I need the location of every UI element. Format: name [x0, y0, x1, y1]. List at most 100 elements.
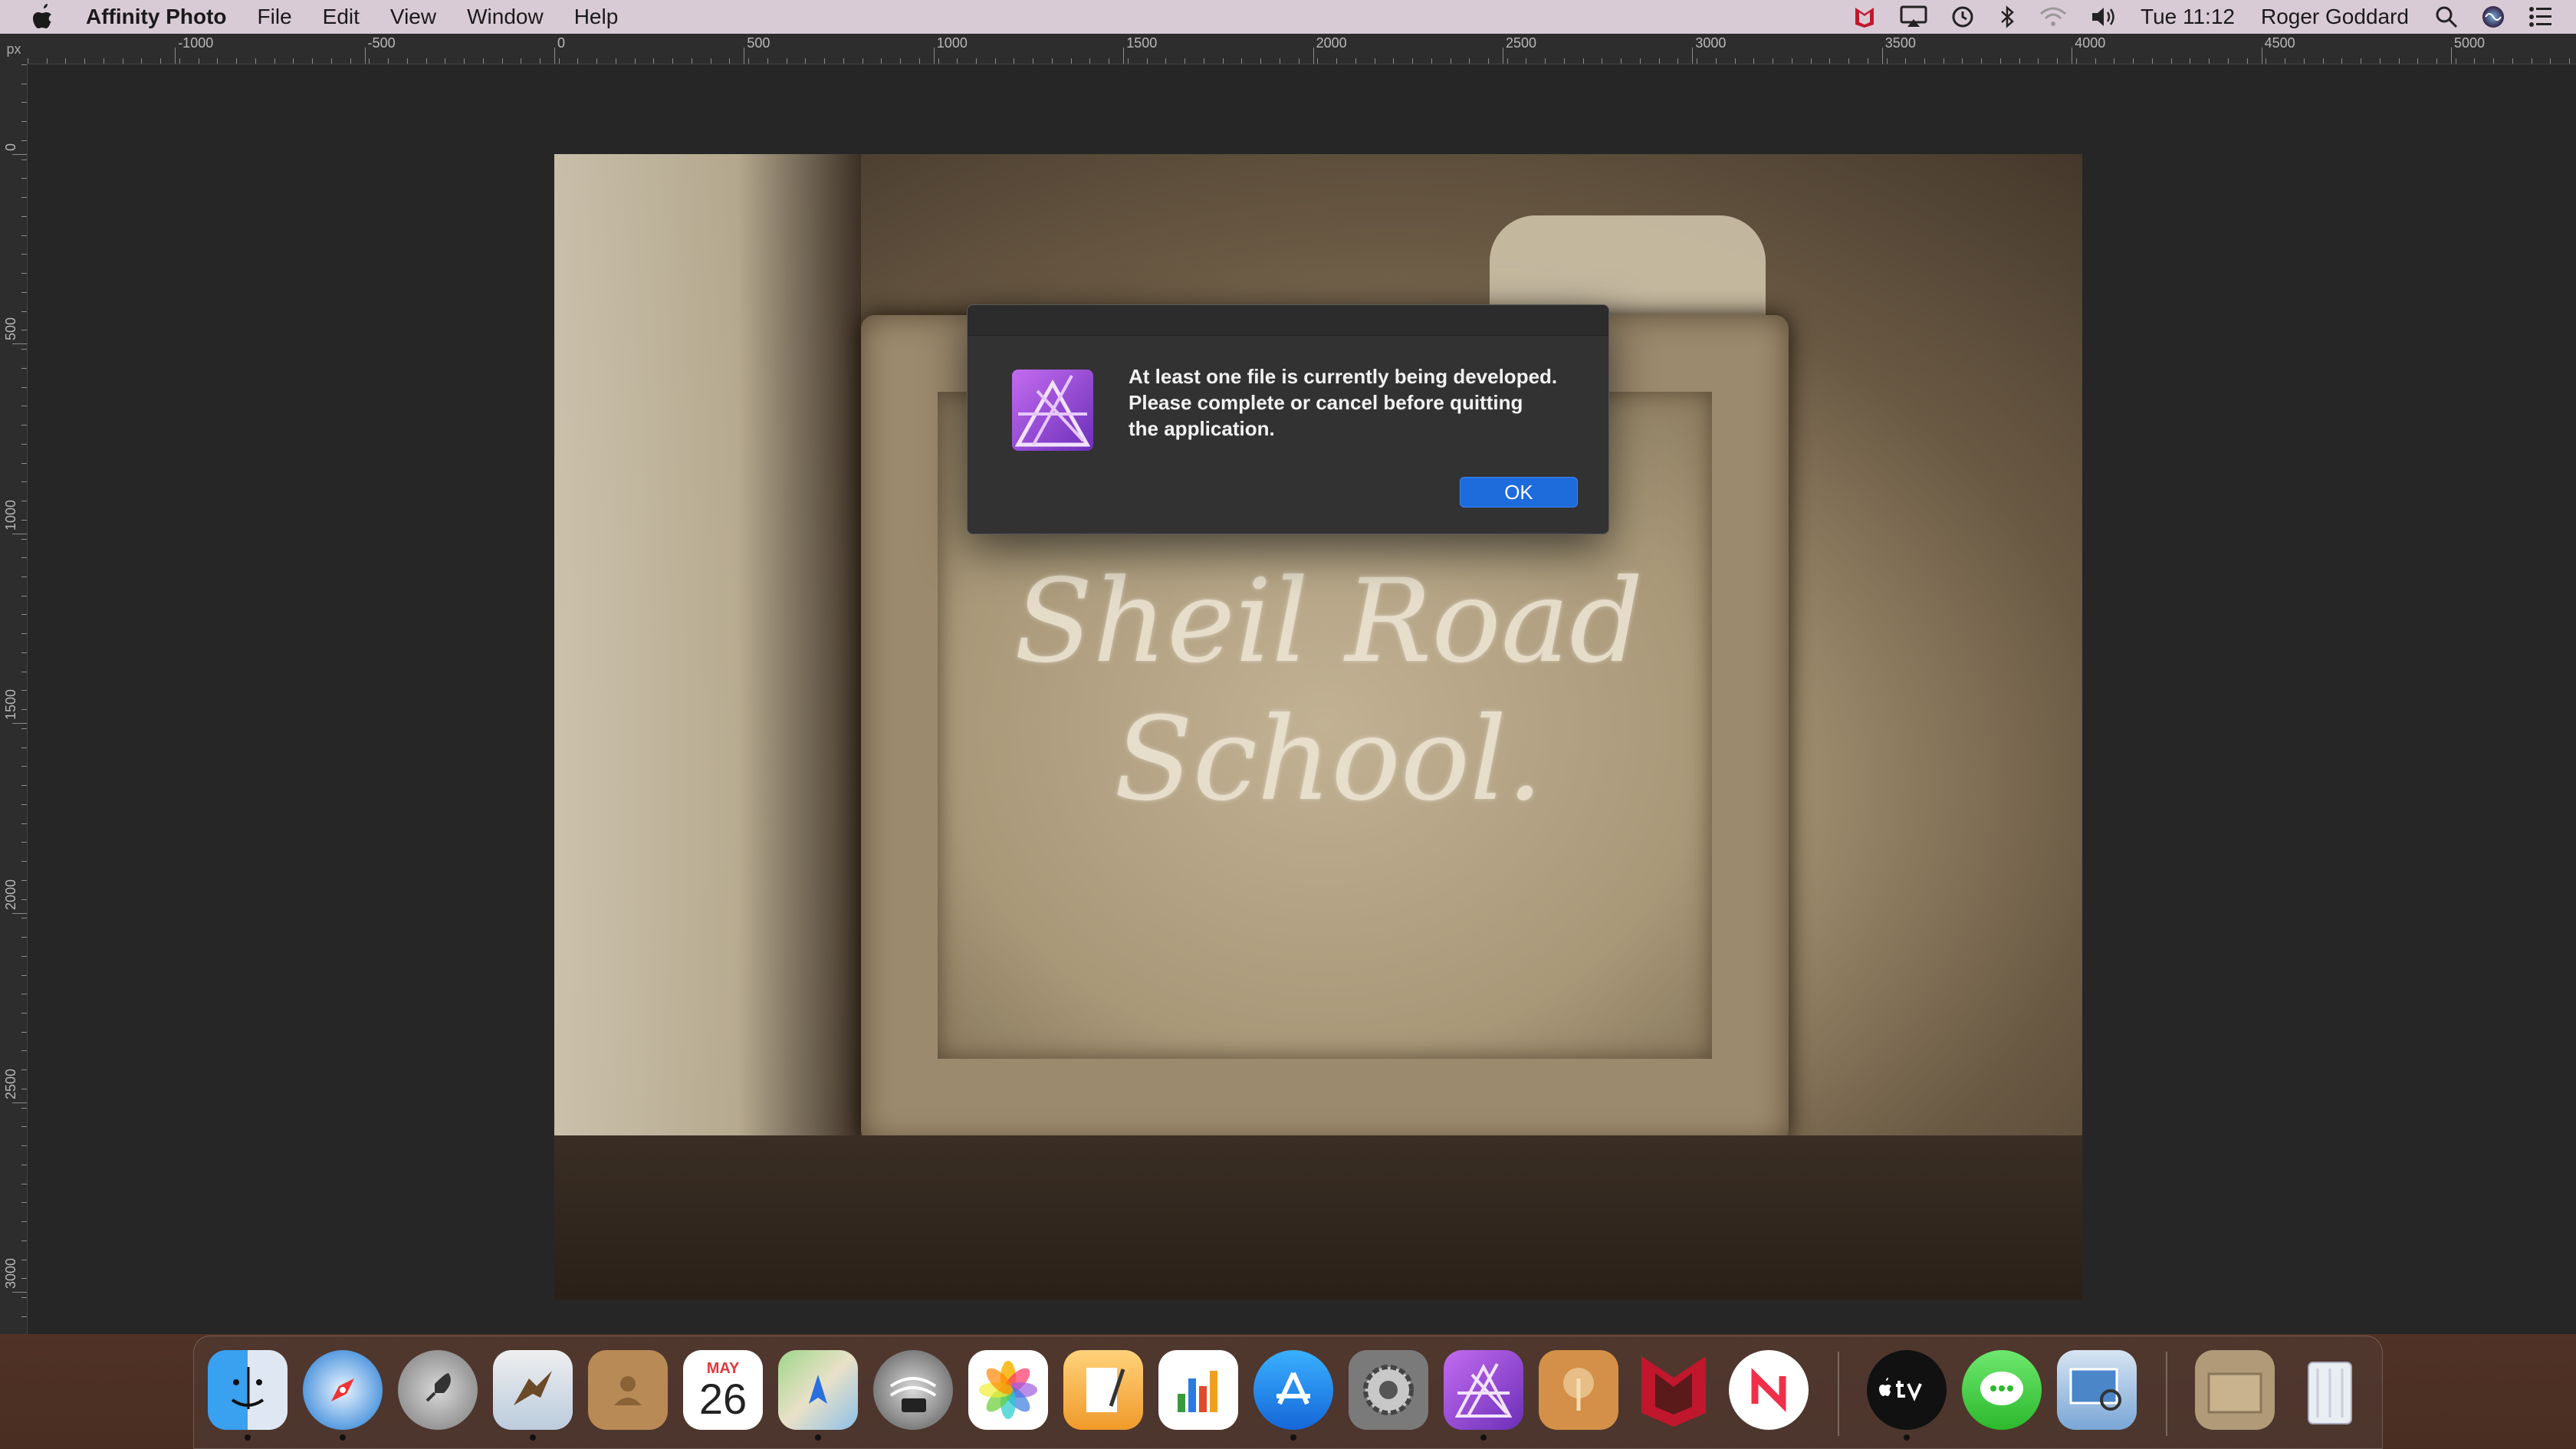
- volume-icon[interactable]: [2090, 5, 2118, 28]
- dock-messages[interactable]: [1959, 1347, 2045, 1433]
- photo-figure-left: [554, 154, 861, 1300]
- dock-finder[interactable]: [205, 1347, 291, 1441]
- ruler-major-tick: [12, 1292, 27, 1293]
- ruler-minor-tick: [1165, 58, 1167, 64]
- dock-mail[interactable]: [490, 1347, 576, 1441]
- apple-tv-icon: [1867, 1350, 1947, 1430]
- menu-help[interactable]: Help: [574, 5, 619, 29]
- finder-icon: [208, 1350, 288, 1430]
- ruler-minor-tick: [1355, 58, 1356, 64]
- dock-photos[interactable]: [965, 1347, 1051, 1433]
- ruler-minor-tick: [46, 58, 48, 64]
- ruler-minor-tick: [406, 58, 408, 64]
- dock-pages[interactable]: [1060, 1347, 1146, 1433]
- menu-window[interactable]: Window: [467, 5, 544, 29]
- dock-numbers[interactable]: [1155, 1347, 1241, 1433]
- menubar-user[interactable]: Roger Goddard: [2261, 5, 2409, 29]
- dock-mcafee[interactable]: [1631, 1347, 1717, 1433]
- ruler-minor-tick: [21, 803, 27, 805]
- contacts-icon: [588, 1350, 668, 1430]
- menu-file[interactable]: File: [258, 5, 292, 29]
- ruler-minor-tick: [21, 1126, 27, 1128]
- dock-downloads-stack[interactable]: [2192, 1347, 2278, 1433]
- ruler-minor-tick: [21, 1107, 27, 1109]
- wifi-icon[interactable]: [2039, 6, 2067, 28]
- ruler-minor-tick: [672, 58, 674, 64]
- ruler-minor-tick: [1848, 58, 1850, 64]
- dock-contacts[interactable]: [585, 1347, 671, 1433]
- ruler-minor-tick: [2095, 58, 2096, 64]
- ruler-minor-tick: [729, 58, 731, 64]
- ruler-label: 3500: [1884, 35, 1916, 51]
- ruler-minor-tick: [65, 58, 67, 64]
- time-machine-icon[interactable]: [1950, 5, 1975, 29]
- safari-icon: [303, 1350, 383, 1430]
- dock-maps[interactable]: [775, 1347, 861, 1441]
- ruler-major-tick: [1692, 48, 1694, 64]
- dock-preview[interactable]: [2054, 1347, 2140, 1433]
- ruler-minor-tick: [1545, 58, 1546, 64]
- menu-app-name[interactable]: Affinity Photo: [86, 5, 227, 29]
- dock-system-preferences[interactable]: [1346, 1347, 1431, 1433]
- spotlight-search-icon[interactable]: [2435, 5, 2458, 28]
- menu-view[interactable]: View: [390, 5, 436, 29]
- ruler-minor-tick: [1184, 58, 1186, 64]
- ruler-minor-tick: [2170, 58, 2172, 64]
- ruler-label: 5000: [2454, 35, 2486, 51]
- ruler-minor-tick: [2057, 58, 2058, 64]
- ruler-minor-tick: [1412, 58, 1414, 64]
- preview-icon: [2057, 1350, 2137, 1430]
- dock-calendar[interactable]: MAY 26: [680, 1347, 766, 1433]
- vertical-ruler[interactable]: 0 500 1000 1500 2000 2500 3000: [0, 64, 28, 1334]
- dock-affinity-photo[interactable]: [1441, 1347, 1526, 1441]
- ruler-major-tick: [12, 1102, 27, 1103]
- ruler-minor-tick: [21, 215, 27, 217]
- ruler-minor-tick: [2038, 58, 2039, 64]
- dock-apple-tv[interactable]: [1864, 1347, 1950, 1441]
- siri-icon[interactable]: [2481, 5, 2505, 29]
- ruler-minor-tick: [2417, 58, 2419, 64]
- bluetooth-icon[interactable]: [1998, 5, 2016, 29]
- dock-app-store[interactable]: [1250, 1347, 1336, 1441]
- ruler-major-tick: [175, 48, 176, 64]
- ruler-major-tick: [1881, 48, 1883, 64]
- google-earth-pro-icon: [873, 1350, 953, 1430]
- ruler-minor-tick: [994, 58, 996, 64]
- mcafee-status-icon[interactable]: [1852, 5, 1877, 29]
- running-indicator: [815, 1434, 821, 1441]
- ok-button[interactable]: OK: [1460, 477, 1578, 508]
- dock-macfamilytree[interactable]: [1536, 1347, 1622, 1433]
- horizontal-ruler[interactable]: -1000 -500 0 500 1000 1500 2000 2500 3000 3500 400…: [28, 34, 2576, 64]
- airplay-icon[interactable]: [1900, 5, 1927, 28]
- dock-safari[interactable]: [300, 1347, 386, 1441]
- notification-center-icon[interactable]: [2528, 6, 2553, 28]
- ruler-minor-tick: [21, 974, 27, 976]
- ruler-minor-tick: [21, 159, 27, 160]
- ruler-minor-tick: [2151, 58, 2153, 64]
- running-indicator: [1480, 1434, 1487, 1441]
- dock-separator: [1838, 1352, 1839, 1436]
- dock-google-earth-pro[interactable]: [870, 1347, 956, 1433]
- dock-trash[interactable]: [2287, 1347, 2373, 1433]
- photo-chalk-writing: Sheil Road School.: [1014, 555, 1644, 826]
- running-indicator: [530, 1434, 536, 1441]
- menubar-clock[interactable]: Tue 11:12: [2141, 5, 2235, 29]
- ruler-minor-tick: [2322, 58, 2324, 64]
- ruler-label: 2500: [1506, 35, 1537, 51]
- ruler-minor-tick: [1829, 58, 1831, 64]
- ruler-minor-tick: [1241, 58, 1243, 64]
- trash-icon: [2290, 1350, 2370, 1430]
- ruler-minor-tick: [21, 538, 27, 540]
- ruler-unit[interactable]: px: [0, 34, 28, 64]
- menu-edit[interactable]: Edit: [323, 5, 360, 29]
- ruler-major-tick: [364, 48, 366, 64]
- ruler-minor-tick: [21, 785, 27, 787]
- photo-bottom: [554, 1135, 2082, 1300]
- dock-launchpad[interactable]: [395, 1347, 481, 1433]
- dock-news[interactable]: [1726, 1347, 1812, 1433]
- ruler-minor-tick: [2019, 58, 2020, 64]
- ruler-label: 1500: [3, 689, 18, 721]
- apple-menu-icon[interactable]: [26, 4, 60, 30]
- ruler-minor-tick: [21, 1278, 27, 1280]
- ruler-minor-tick: [482, 58, 484, 64]
